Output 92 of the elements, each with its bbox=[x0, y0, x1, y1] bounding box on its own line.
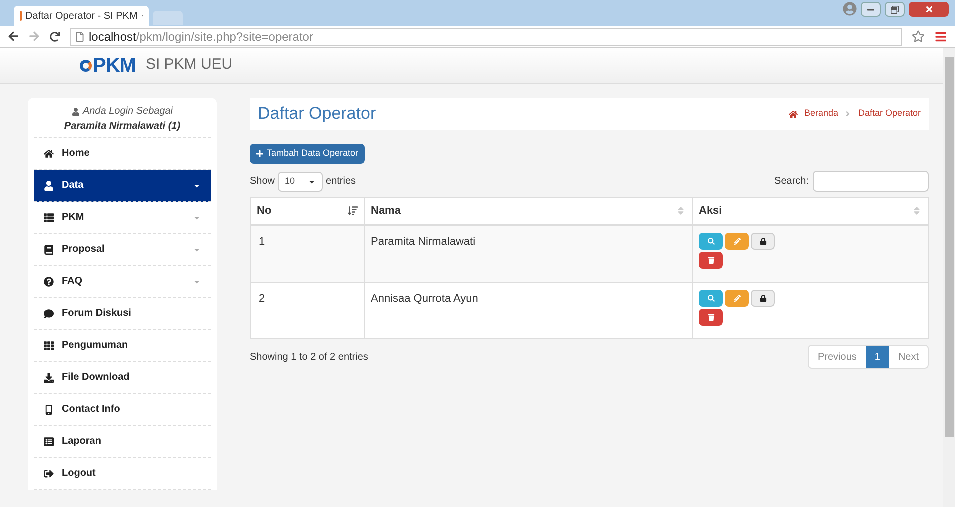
sidebar-item[interactable]: Proposal bbox=[34, 234, 211, 266]
pencil-icon bbox=[734, 238, 740, 245]
plus-icon bbox=[256, 150, 264, 158]
logo-text: PKM bbox=[93, 56, 136, 76]
chevron-right-icon bbox=[844, 110, 852, 118]
pagination-button[interactable]: Previous bbox=[808, 346, 866, 368]
sidebar-item-label: Logout bbox=[62, 467, 96, 481]
sidebar-item[interactable]: Pengumuman bbox=[34, 330, 211, 362]
delete-button[interactable] bbox=[699, 252, 723, 269]
sidebar-item[interactable]: Logout bbox=[34, 458, 211, 490]
sidebar-item-label: Forum Diskusi bbox=[62, 307, 132, 321]
entries-label: entries bbox=[326, 175, 356, 189]
column-header[interactable]: Nama bbox=[365, 198, 693, 224]
restore-icon bbox=[891, 6, 899, 14]
bookmark-star-icon[interactable] bbox=[912, 30, 925, 43]
sidebar-item-label: File Download bbox=[62, 371, 130, 385]
scrollbar-thumb[interactable] bbox=[944, 57, 954, 437]
table-icon bbox=[44, 436, 54, 446]
pagination-button[interactable]: 1 bbox=[866, 346, 890, 368]
view-button[interactable] bbox=[699, 290, 723, 307]
sidebar-item[interactable]: PKM bbox=[34, 202, 211, 234]
show-label: Show bbox=[250, 175, 276, 189]
reload-icon[interactable] bbox=[50, 32, 60, 42]
brand-name[interactable]: SI PKM UEU bbox=[146, 54, 233, 77]
sidebar-item-label: FAQ bbox=[62, 275, 83, 289]
list-icon bbox=[44, 212, 54, 222]
trash-icon bbox=[708, 314, 714, 321]
lock-icon bbox=[760, 295, 766, 302]
page-icon bbox=[75, 32, 85, 42]
sidebar-item-label: Data bbox=[62, 179, 84, 193]
book-icon bbox=[44, 244, 54, 254]
sidebar-item-label: Proposal bbox=[62, 243, 105, 257]
profile-icon[interactable] bbox=[843, 2, 857, 16]
tab-title: Daftar Operator - SI PKM bbox=[26, 10, 138, 24]
search-icon bbox=[708, 238, 714, 245]
sidebar-item-label: Home bbox=[62, 147, 90, 161]
column-header[interactable]: Aksi bbox=[693, 198, 928, 224]
delete-button[interactable] bbox=[699, 309, 723, 326]
sidebar-item[interactable]: Laporan bbox=[34, 426, 211, 458]
close-button[interactable] bbox=[909, 2, 949, 17]
pagination-button[interactable]: Next bbox=[889, 346, 928, 368]
column-header[interactable]: No bbox=[251, 198, 365, 224]
home-icon bbox=[789, 110, 798, 118]
table-cell: Annisaa Qurrota Ayun bbox=[365, 283, 693, 338]
sidebar-item[interactable]: FAQ bbox=[34, 266, 211, 298]
lock-icon bbox=[760, 238, 766, 245]
table-info: Showing 1 to 2 of 2 entries bbox=[250, 350, 368, 364]
user-name: Paramita Nirmalawati (1) bbox=[64, 120, 181, 134]
lock-button[interactable] bbox=[751, 233, 775, 250]
entries-select[interactable]: 10 bbox=[278, 172, 324, 192]
search-label: Search: bbox=[774, 175, 809, 189]
add-operator-button[interactable]: Tambah Data Operator bbox=[250, 144, 365, 164]
sidebar-item[interactable]: File Download bbox=[34, 362, 211, 394]
view-button[interactable] bbox=[699, 233, 723, 250]
lock-button[interactable] bbox=[751, 290, 775, 307]
sidebar-item-label: Contact Info bbox=[62, 403, 120, 417]
search-field[interactable] bbox=[813, 171, 929, 192]
question-icon bbox=[44, 276, 54, 286]
browser-tab[interactable]: Daftar Operator - SI PKM bbox=[14, 6, 149, 26]
logo[interactable]: PKM bbox=[80, 56, 136, 76]
address-field[interactable]: localhost/pkm/login/site.php?site=operator bbox=[70, 28, 902, 46]
sidebar-item-label: PKM bbox=[62, 211, 84, 225]
download-icon bbox=[44, 372, 54, 382]
sort-icon bbox=[912, 206, 922, 216]
sidebar-item[interactable]: Forum Diskusi bbox=[34, 298, 211, 330]
sidebar-item[interactable]: Contact Info bbox=[34, 394, 211, 426]
back-icon[interactable] bbox=[8, 31, 19, 42]
sort-ascending-icon bbox=[348, 206, 358, 216]
sidebar-item-label: Laporan bbox=[62, 435, 102, 449]
url-text: localhost/pkm/login/site.php?site=operator bbox=[89, 28, 314, 46]
chat-icon bbox=[44, 308, 54, 318]
minimize-button[interactable] bbox=[861, 2, 881, 17]
user-icon bbox=[44, 180, 54, 190]
breadcrumb-link[interactable]: Beranda bbox=[804, 107, 838, 121]
sort-icon bbox=[676, 206, 686, 216]
trash-icon bbox=[708, 257, 714, 264]
logout-icon bbox=[44, 468, 54, 478]
grid-icon bbox=[44, 340, 54, 350]
search-icon bbox=[708, 295, 714, 302]
login-label: Anda Login Sebagai bbox=[82, 105, 174, 119]
logo-swirl-icon bbox=[80, 60, 92, 72]
pencil-icon bbox=[734, 295, 740, 302]
phone-icon bbox=[44, 404, 54, 414]
table-cell: 2 bbox=[251, 283, 365, 338]
restore-button[interactable] bbox=[885, 2, 905, 17]
sidebar-item-label: Pengumuman bbox=[62, 339, 128, 353]
user-icon bbox=[72, 108, 80, 116]
sidebar-item[interactable]: Data bbox=[34, 170, 211, 202]
menu-icon[interactable] bbox=[935, 30, 947, 42]
breadcrumb-link[interactable]: Daftar Operator bbox=[858, 107, 921, 121]
home-icon bbox=[44, 148, 54, 158]
page-title: Daftar Operator bbox=[258, 103, 376, 126]
